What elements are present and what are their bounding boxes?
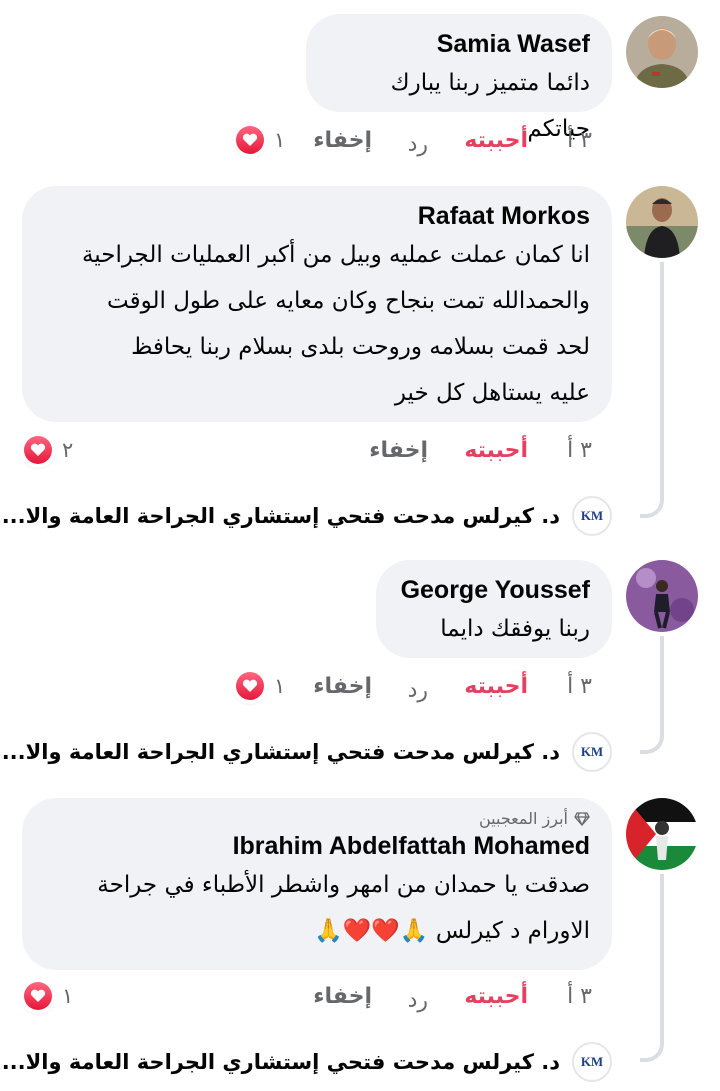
comment-bubble: أبرز المعجبين Ibrahim Abdelfattah Mohame… — [22, 798, 612, 970]
like-button[interactable]: أحببته — [464, 128, 528, 153]
heart-reaction-icon — [234, 670, 266, 702]
top-fan-badge[interactable]: أبرز المعجبين — [44, 808, 590, 830]
like-button[interactable]: أحببته — [464, 438, 528, 463]
reply-button[interactable]: رد — [408, 132, 428, 157]
comment-bubble: Rafaat Morkos انا كمان عملت عمليه وبيل م… — [22, 186, 612, 422]
comment-text-line: انا كمان عملت عمليه وبيل من أكبر العمليا… — [81, 242, 590, 268]
avatar-ibrahim[interactable] — [626, 798, 698, 870]
comment-author[interactable]: Ibrahim Abdelfattah Mohamed — [44, 830, 590, 862]
comment-author[interactable]: Rafaat Morkos — [44, 200, 590, 232]
comment-author[interactable]: Samia Wasef — [328, 28, 590, 60]
thread-line — [660, 636, 664, 732]
reaction-summary[interactable]: ١ — [234, 124, 285, 156]
thread-connector — [640, 732, 664, 754]
reply-preview[interactable]: KM د. كيرلس مدحت فتحي إستشاري الجراحة ال… — [0, 1040, 612, 1084]
thread-line — [660, 874, 664, 1040]
comment-bubble: George Youssef ربنا يوفقك دايما — [376, 560, 612, 658]
reply-author: د. كيرلس مدحت فتحي إستشاري الجراحة العام… — [0, 504, 560, 528]
reply-author: د. كيرلس مدحت فتحي إستشاري الجراحة العام… — [0, 740, 560, 764]
comment-text-line: عليه يستاهل كل خير — [394, 380, 590, 406]
comment-time[interactable]: ٣ أ — [567, 984, 592, 1009]
comment-text-line: والحمدالله تمت بنجاح وكان معايه على طول … — [107, 288, 590, 314]
reaction-summary[interactable]: ١ — [234, 670, 285, 702]
reply-preview[interactable]: KM د. كيرلس مدحت فتحي إستشاري الجراحة ال… — [0, 494, 612, 538]
reaction-count: ١ — [62, 984, 74, 1008]
reply-author: د. كيرلس مدحت فتحي إستشاري الجراحة العام… — [0, 1050, 560, 1074]
avatar-samia[interactable] — [626, 16, 698, 88]
hide-button[interactable]: إخفاء — [313, 674, 372, 699]
comment-text-line: الاورام د كيرلس 🙏❤️❤️🙏 — [314, 918, 590, 944]
hide-button[interactable]: إخفاء — [369, 438, 428, 463]
reaction-summary[interactable]: ٢ — [22, 434, 73, 466]
thread-connector — [640, 1040, 664, 1062]
heart-reaction-icon — [22, 434, 54, 466]
like-button[interactable]: أحببته — [464, 674, 528, 699]
thread-line — [660, 262, 664, 496]
hide-button[interactable]: إخفاء — [313, 984, 372, 1009]
reply-preview[interactable]: KM د. كيرلس مدحت فتحي إستشاري الجراحة ال… — [0, 730, 612, 774]
diamond-icon — [574, 812, 590, 826]
thread-connector — [640, 496, 664, 518]
top-fan-label: أبرز المعجبين — [479, 809, 568, 828]
comment-text-line: لحد قمت بسلامه وروحت بلدى بسلام ربنا يحا… — [131, 334, 590, 360]
reply-button[interactable]: رد — [408, 678, 428, 703]
like-button[interactable]: أحببته — [464, 984, 528, 1009]
comment-time[interactable]: ٣ أ — [567, 128, 592, 153]
km-logo-avatar: KM — [572, 496, 612, 536]
reaction-summary[interactable]: ١ — [22, 980, 73, 1012]
comment-time[interactable]: ٣ أ — [567, 438, 592, 463]
comment-time[interactable]: ٣ أ — [567, 674, 592, 699]
km-logo-avatar: KM — [572, 1042, 612, 1082]
avatar-rafaat[interactable] — [626, 186, 698, 258]
comment-author[interactable]: George Youssef — [398, 574, 590, 606]
reaction-count: ١ — [274, 128, 286, 152]
comment-bubble: Samia Wasef دائما متميز ربنا يبارك حياتك… — [306, 14, 612, 142]
reply-button[interactable]: رد — [408, 988, 428, 1013]
heart-reaction-icon — [234, 124, 266, 156]
avatar-george[interactable] — [626, 560, 698, 632]
km-logo-avatar: KM — [572, 732, 612, 772]
comment-text: ربنا يوفقك دايما — [440, 616, 590, 642]
reaction-count: ١ — [274, 674, 286, 698]
comment-text-line: صدقت يا حمدان من امهر واشطر الأطباء في ج… — [97, 872, 590, 898]
hide-button[interactable]: إخفاء — [313, 128, 372, 153]
heart-reaction-icon — [22, 980, 54, 1012]
reaction-count: ٢ — [62, 438, 74, 462]
